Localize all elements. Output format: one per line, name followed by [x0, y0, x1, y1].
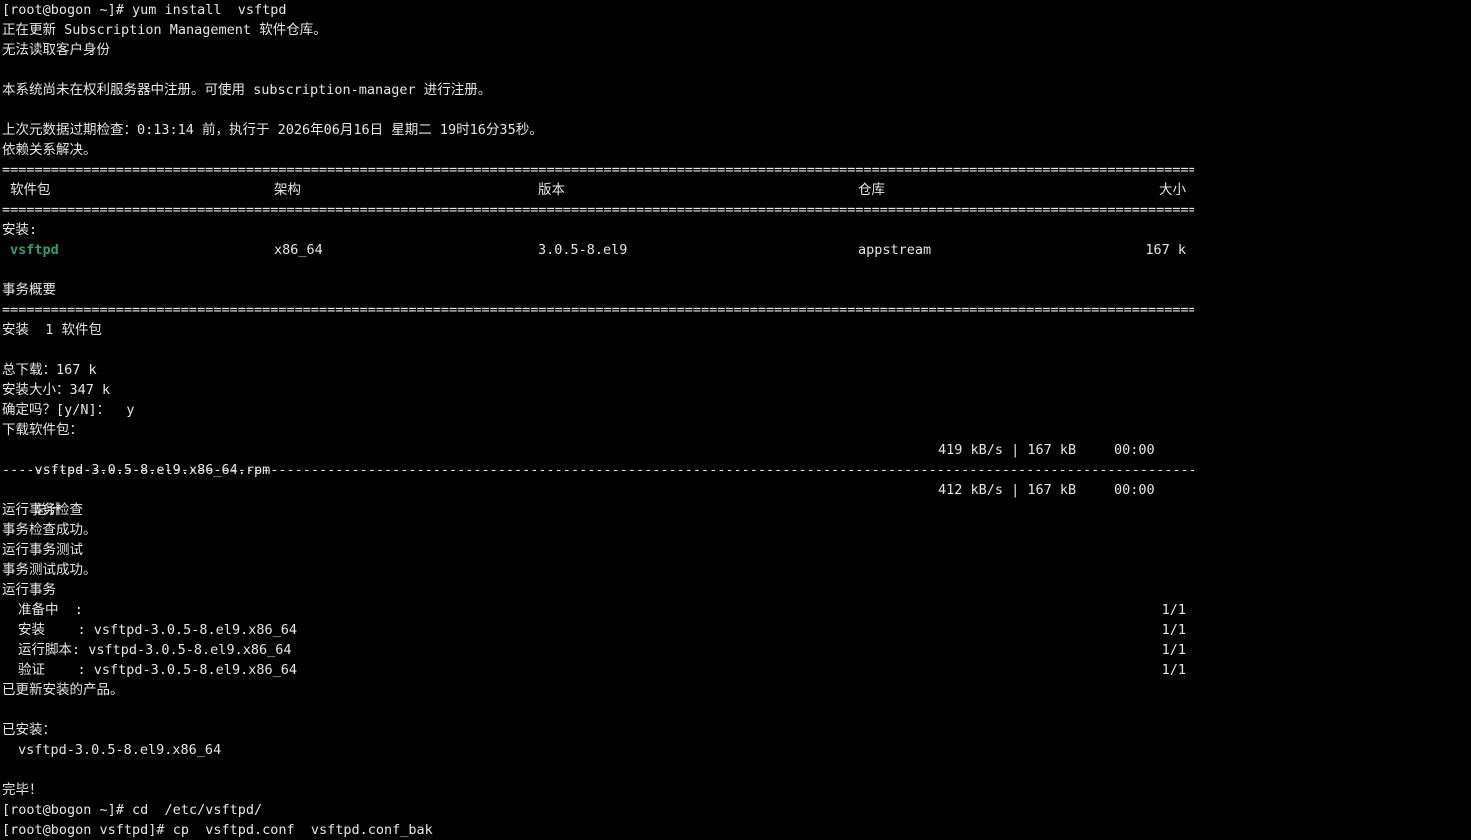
header-repo: 仓库	[858, 182, 885, 198]
transaction-step: 安装 : vsftpd-3.0.5-8.el9.x86_64 1/1	[0, 620, 1471, 640]
total-row: 总计 412 kB/s | 167 kB 00:00	[0, 480, 1471, 518]
shell-prompt: [root@bogon ~]#	[2, 802, 133, 818]
step-count: 1/1	[1161, 662, 1186, 678]
output-install-count: 安装 1 软件包	[2, 322, 103, 338]
header-package: 软件包	[10, 182, 51, 198]
command-input[interactable]: cp vsftpd.conf vsftpd.conf_bak	[173, 822, 433, 838]
package-name: vsftpd	[10, 242, 59, 258]
installed-package: vsftpd-3.0.5-8.el9.x86_64	[18, 742, 222, 758]
header-arch: 架构	[274, 182, 301, 198]
download-time: 00:00	[1114, 442, 1155, 458]
separator-line: ========================================…	[2, 302, 1194, 318]
transaction-step: 准备中 : 1/1	[0, 600, 1471, 620]
output-metadata-check: 上次元数据过期检查：0:13:14 前，执行于 2026年06月16日 星期二 …	[2, 122, 543, 138]
step-detail: vsftpd-3.0.5-8.el9.x86_64	[85, 622, 297, 638]
command-text: cd /etc/vsftpd/	[132, 802, 263, 818]
output-updating: 正在更新 Subscription Management 软件仓库。	[2, 22, 327, 38]
output-installing-label: 安装:	[2, 222, 38, 238]
output-transaction-summary: 事务概要	[2, 282, 56, 298]
shell-prompt: [root@bogon ~]#	[2, 2, 133, 18]
download-row: vsftpd-3.0.5-8.el9.x86_64.rpm 419 kB/s |…	[0, 440, 1471, 478]
output-installed-size: 安装大小：347 k	[2, 382, 111, 398]
step-count: 1/1	[1161, 622, 1186, 638]
output-check-ok: 事务检查成功。	[2, 522, 97, 538]
output-no-identity: 无法读取客户身份	[2, 42, 110, 58]
separator-line: ========================================…	[2, 202, 1194, 218]
terminal-line: [root@bogon ~]# yum install vsftpd	[0, 0, 1471, 20]
output-run-check: 运行事务检查	[2, 502, 83, 518]
terminal-window[interactable]: [root@bogon ~]# yum install vsftpd 正在更新 …	[0, 0, 1471, 840]
download-rate: 419 kB/s | 167 kB	[938, 442, 1077, 458]
step-label: 验证 :	[18, 662, 86, 678]
output-deps-resolved: 依赖关系解决。	[2, 142, 97, 158]
total-time: 00:00	[1114, 482, 1155, 498]
terminal-line: [root@bogon ~]# cd /etc/vsftpd/	[0, 800, 1471, 820]
header-size: 大小	[1159, 182, 1186, 198]
output-run-transaction: 运行事务	[2, 582, 56, 598]
package-version: 3.0.5-8.el9	[538, 242, 628, 258]
package-repo: appstream	[858, 242, 932, 258]
step-label: 运行脚本:	[18, 642, 81, 658]
output-run-test: 运行事务测试	[2, 542, 83, 558]
output-total-download: 总下载：167 k	[2, 362, 97, 378]
shell-prompt: [root@bogon vsftpd]#	[2, 822, 173, 838]
output-test-ok: 事务测试成功。	[2, 562, 97, 578]
separator-line: ========================================…	[2, 162, 1194, 178]
step-detail: vsftpd-3.0.5-8.el9.x86_64	[80, 642, 292, 658]
output-downloading: 下载软件包：	[2, 422, 83, 438]
step-count: 1/1	[1161, 642, 1186, 658]
output-confirm: 确定吗？[y/N]： y	[2, 402, 135, 418]
package-size: 167 k	[1145, 242, 1186, 258]
output-not-registered: 本系统尚未在权利服务器中注册。可使用 subscription-manager …	[2, 82, 492, 98]
step-detail: vsftpd-3.0.5-8.el9.x86_64	[85, 662, 297, 678]
header-version: 版本	[538, 182, 565, 198]
step-label: 安装 :	[18, 622, 86, 638]
transaction-step: 运行脚本: vsftpd-3.0.5-8.el9.x86_64 1/1	[0, 640, 1471, 660]
output-updated-products: 已更新安装的产品。	[2, 682, 124, 698]
output-installed-label: 已安装：	[2, 722, 56, 738]
terminal-line[interactable]: [root@bogon vsftpd]# cp vsftpd.conf vsft…	[0, 820, 1471, 840]
installed-package-row: vsftpd-3.0.5-8.el9.x86_64	[0, 740, 1471, 760]
transaction-step: 验证 : vsftpd-3.0.5-8.el9.x86_64 1/1	[0, 660, 1471, 680]
table-row: vsftpd x86_64 3.0.5-8.el9 appstream 167 …	[0, 240, 1471, 260]
separator-line: ----------------------------------------…	[2, 462, 1194, 478]
package-arch: x86_64	[274, 242, 323, 258]
output-done: 完毕！	[2, 782, 43, 798]
step-count: 1/1	[1161, 602, 1186, 618]
table-header-row: 软件包 架构 版本 仓库 大小	[0, 180, 1471, 200]
command-text: yum install vsftpd	[132, 2, 287, 18]
total-rate: 412 kB/s | 167 kB	[938, 482, 1077, 498]
step-label: 准备中 :	[18, 602, 83, 618]
